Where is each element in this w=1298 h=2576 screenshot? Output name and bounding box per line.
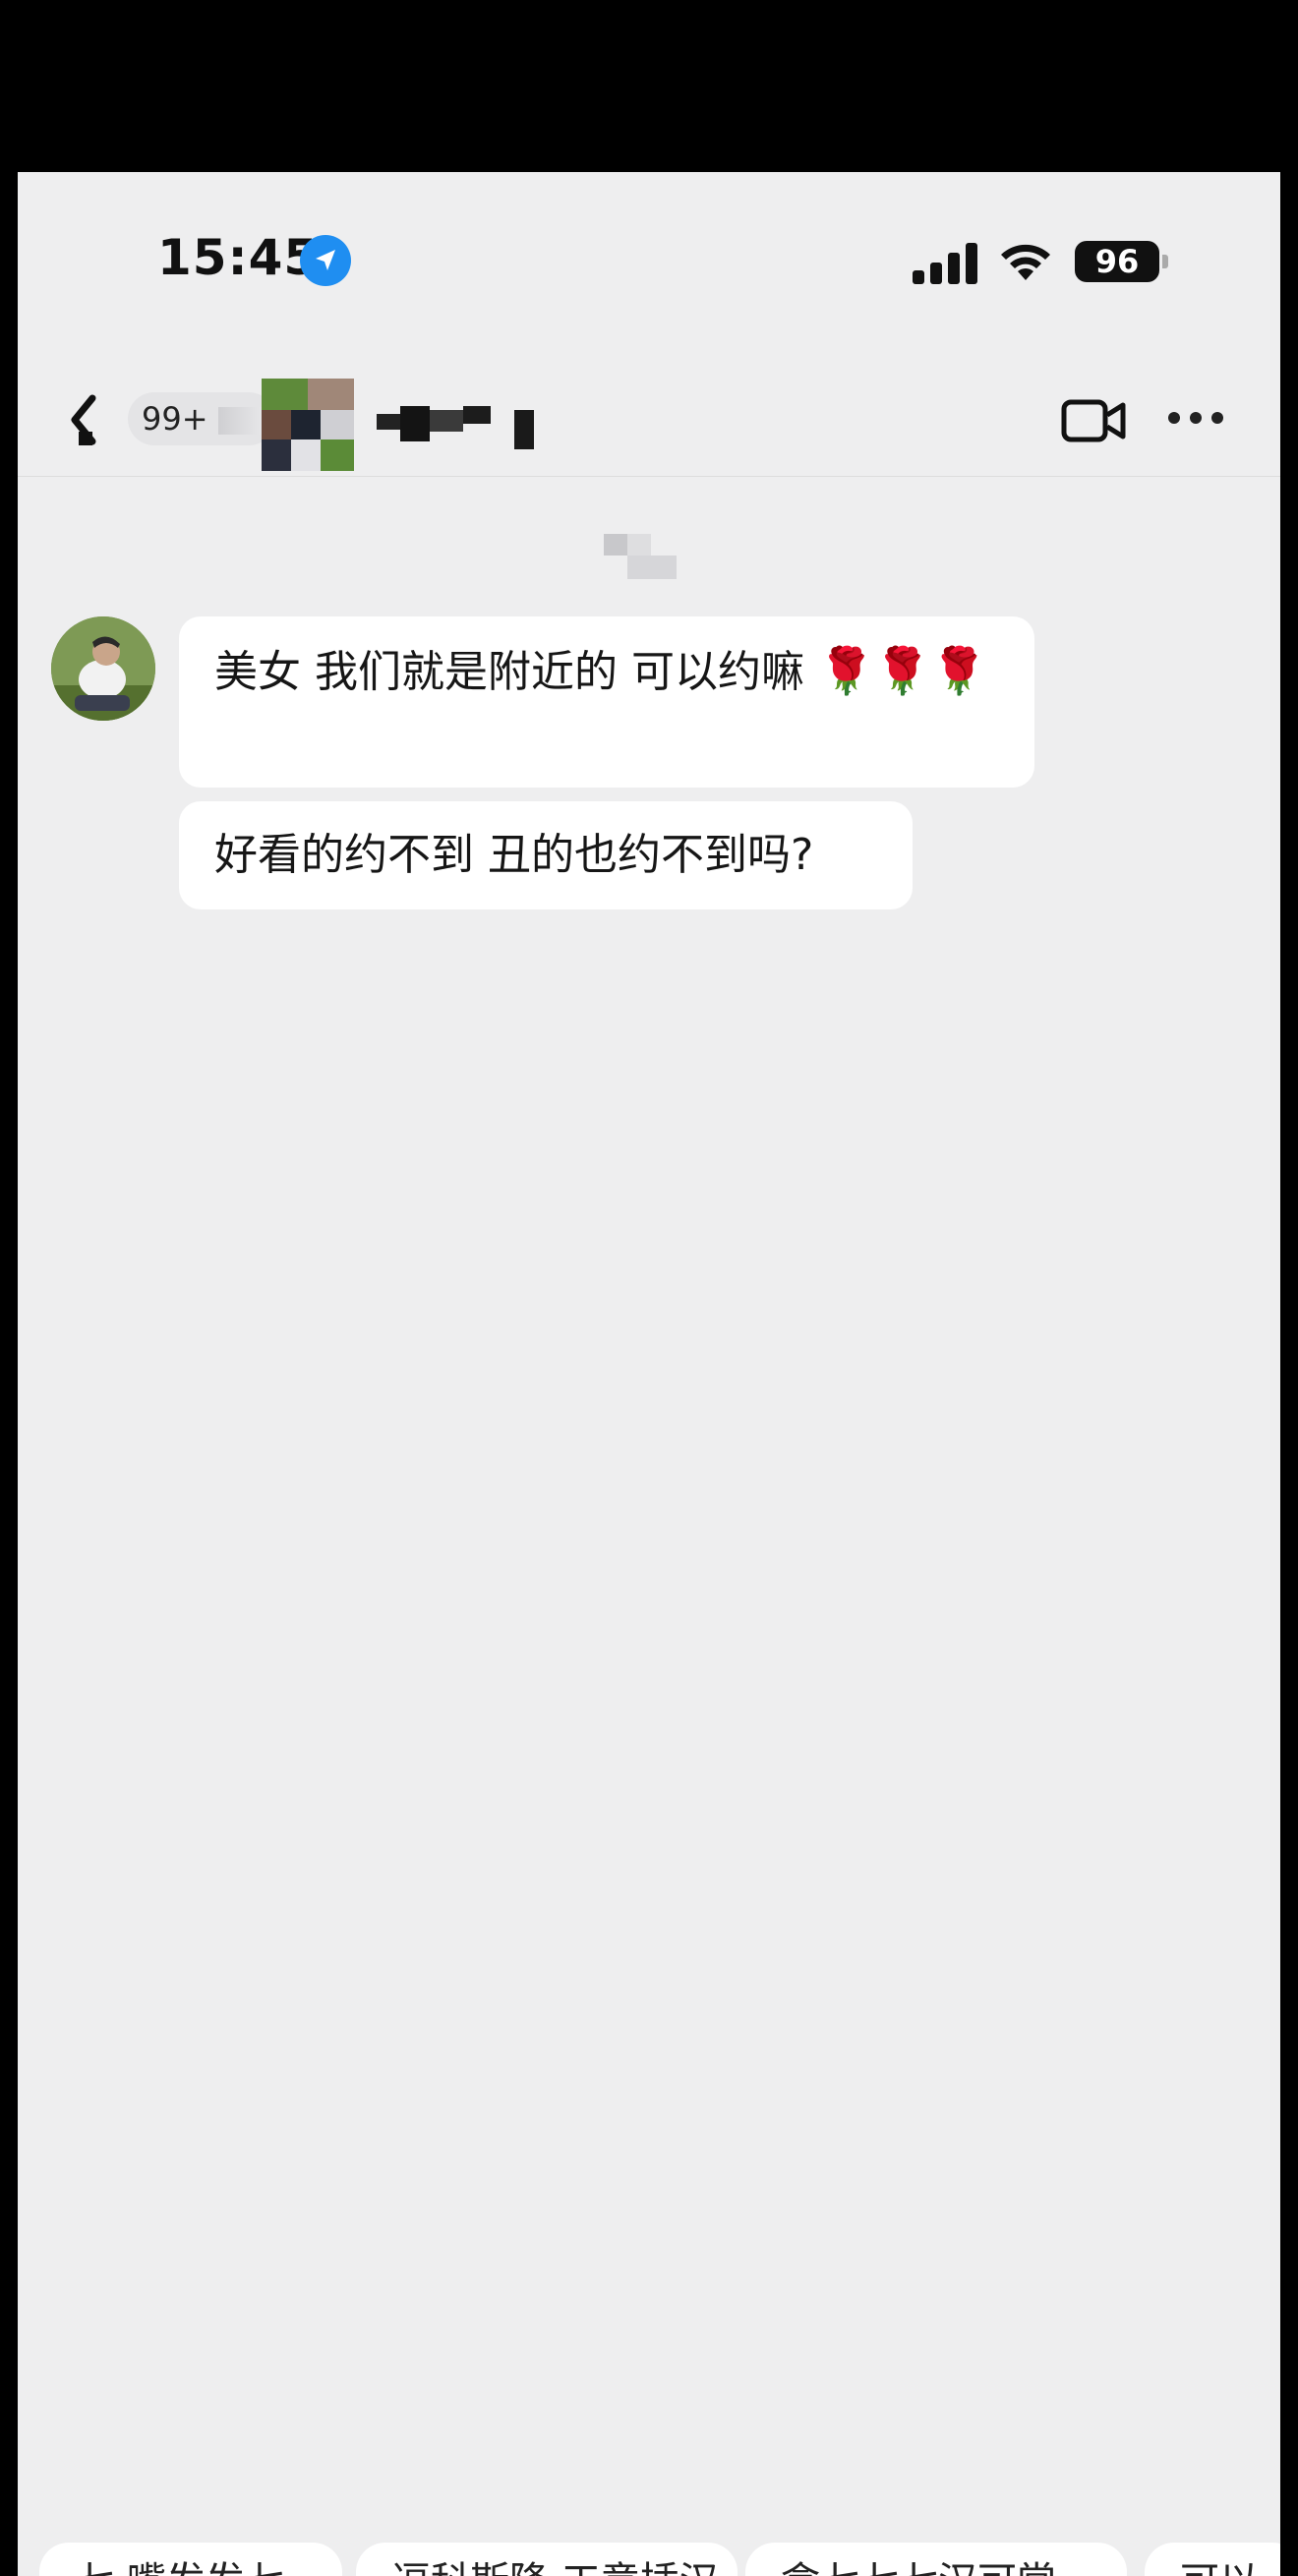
wifi-icon — [1001, 244, 1050, 280]
unread-count-badge[interactable]: 99+ — [128, 392, 275, 445]
message-bubble[interactable]: 美女 我们就是附近的 可以约嘛 🌹🌹🌹 — [179, 616, 1034, 788]
letterbox-left — [0, 172, 18, 2576]
letterbox-right — [1280, 172, 1298, 2576]
message-text: 美女 我们就是附近的 可以约嘛 — [214, 647, 804, 697]
quick-reply-chip[interactable]: 逗科斯降 工意插汉 — [356, 2543, 738, 2576]
battery-indicator: 96 — [1075, 241, 1159, 282]
message-text: 好看的约不到 丑的也约不到吗? — [214, 830, 814, 880]
status-time: 15:45 — [157, 229, 320, 286]
timestamp-blurred — [604, 534, 677, 579]
chat-screen: 15:45 96 99+ 美女 我们就是附近的 可以约嘛 🌹🌹🌹 好看的约不到 … — [18, 172, 1280, 2576]
rose-emoji: 🌹🌹🌹 — [817, 644, 987, 697]
quick-reply-chip[interactable]: 盒七七七汉可常 — [745, 2543, 1127, 2576]
contact-name-pixelated — [377, 406, 554, 451]
location-arrow-icon — [300, 235, 351, 286]
unread-count: 99+ — [142, 400, 208, 438]
sender-avatar[interactable] — [51, 616, 155, 721]
cellular-signal-icon — [913, 241, 979, 284]
blurred-label — [217, 407, 262, 435]
battery-nub — [1162, 255, 1168, 268]
chat-header: 99+ — [18, 359, 1280, 477]
quick-reply-chip[interactable]: 可以 — [1145, 2543, 1280, 2576]
more-options-button[interactable] — [1168, 412, 1225, 428]
video-call-icon[interactable] — [1060, 396, 1127, 445]
contact-avatar[interactable] — [262, 379, 354, 471]
quick-reply-chip[interactable]: 七 嘴发发七 — [39, 2543, 342, 2576]
back-button[interactable] — [59, 388, 114, 451]
message-bubble[interactable]: 好看的约不到 丑的也约不到吗? — [179, 801, 913, 909]
quick-reply-bar: 七 嘴发发七 逗科斯降 工意插汉 盒七七七汉可常 可以 — [18, 2543, 1280, 2576]
letterbox-top — [0, 0, 1298, 172]
status-bar: 15:45 96 — [18, 172, 1280, 359]
